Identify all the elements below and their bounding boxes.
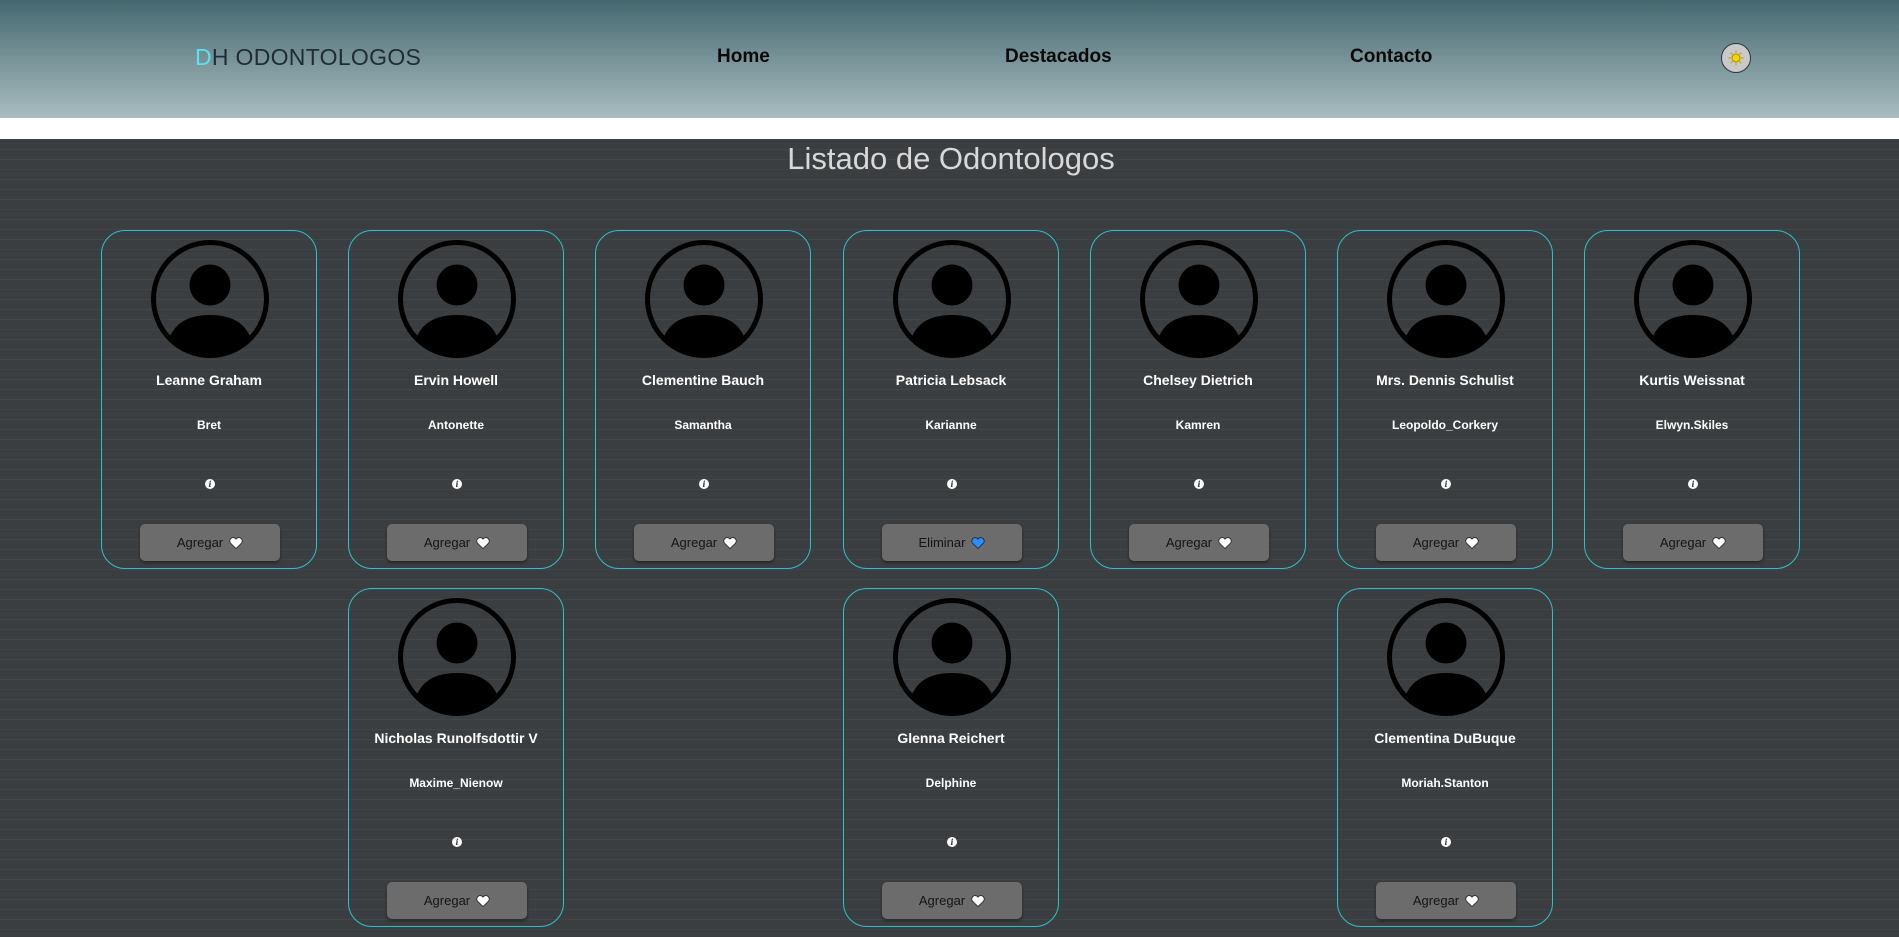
dentist-card[interactable]: Kurtis Weissnat Elwyn.Skiles i Agregar xyxy=(1584,230,1800,569)
add-favorite-button[interactable]: Agregar xyxy=(634,524,774,561)
heart-icon xyxy=(476,894,490,907)
heart-icon xyxy=(476,536,490,549)
dentist-username: Karianne xyxy=(925,418,977,432)
info-icon[interactable]: i xyxy=(1441,837,1451,847)
add-favorite-button[interactable]: Agregar xyxy=(1623,524,1763,561)
fav-button-label: Agregar xyxy=(423,535,471,550)
dentist-name[interactable]: Patricia Lebsack xyxy=(844,372,1058,388)
navbar: DH ODONTOLOGOS Home Destacados Contacto xyxy=(0,0,1899,118)
user-avatar-icon xyxy=(151,240,269,358)
nav-destacados-link[interactable]: Destacados xyxy=(1005,46,1112,68)
dentist-card[interactable]: Clementine Bauch Samantha i Agregar xyxy=(595,230,811,569)
fav-button-label: Agregar xyxy=(918,893,966,908)
user-avatar-icon xyxy=(893,598,1011,716)
heart-icon xyxy=(971,536,986,549)
add-favorite-button[interactable]: Agregar xyxy=(1376,882,1516,919)
dentist-name[interactable]: Clementine Bauch xyxy=(596,372,810,388)
user-avatar-icon xyxy=(398,240,516,358)
info-icon[interactable]: i xyxy=(947,479,957,489)
fav-button-label: Eliminar xyxy=(918,535,966,550)
info-icon[interactable]: i xyxy=(947,837,957,847)
info-icon[interactable]: i xyxy=(1688,479,1698,489)
heart-icon xyxy=(1465,894,1479,907)
dentist-name[interactable]: Chelsey Dietrich xyxy=(1091,372,1305,388)
dentist-card[interactable]: Mrs. Dennis Schulist Leopoldo_Corkeryi Agr… xyxy=(1337,230,1553,569)
dentist-card[interactable]: Glenna Reichert Delphine i Agregar xyxy=(843,588,1059,927)
heart-icon xyxy=(1712,536,1726,549)
info-icon[interactable]: i xyxy=(699,479,709,489)
info-icon[interactable]: i xyxy=(452,479,462,489)
fav-button-label: Agregar xyxy=(1165,535,1213,550)
dentist-name[interactable]: Glenna Reichert xyxy=(844,730,1058,746)
user-avatar-icon xyxy=(1387,240,1505,358)
add-favorite-button[interactable]: Agregar xyxy=(1376,524,1516,561)
user-avatar-icon xyxy=(1387,598,1505,716)
heart-icon xyxy=(723,536,737,549)
fav-button-label: Agregar xyxy=(1659,535,1707,550)
info-icon[interactable]: i xyxy=(205,479,215,489)
fav-button-label: Agregar xyxy=(670,535,718,550)
add-favorite-button[interactable]: Agregar xyxy=(387,524,527,561)
fav-button-label: Agregar xyxy=(1412,893,1460,908)
dentist-username: Elwyn.Skiles xyxy=(1655,418,1729,432)
user-avatar-icon xyxy=(645,240,763,358)
fav-button-label: Agregar xyxy=(423,893,471,908)
dentist-name[interactable]: Mrs. Dennis Schulist xyxy=(1338,372,1552,388)
nav-home-link[interactable]: Home xyxy=(717,46,770,68)
add-favorite-button[interactable]: Agregar xyxy=(882,882,1022,919)
heart-icon xyxy=(1465,536,1479,549)
fav-button-label: Agregar xyxy=(176,535,224,550)
dentist-card[interactable]: Nicholas Runolfsdottir V Maxime_Nienowi Ag… xyxy=(348,588,564,927)
user-avatar-icon xyxy=(893,240,1011,358)
add-favorite-button[interactable]: Agregar xyxy=(1129,524,1269,561)
info-icon[interactable]: i xyxy=(1441,479,1451,489)
site-logo[interactable]: DH ODONTOLOGOS xyxy=(195,44,421,71)
dentist-username: Maxime_Nienow xyxy=(409,776,503,790)
logo-accent-letter: D xyxy=(195,44,212,70)
add-favorite-button[interactable]: Agregar xyxy=(140,524,280,561)
main-content: Listado de Odontologos Leanne Graham Bret… xyxy=(0,139,1899,937)
dentist-name[interactable]: Clementina DuBuque xyxy=(1338,730,1552,746)
dentist-card[interactable]: Ervin Howell Antonette i Agregar xyxy=(348,230,564,569)
remove-favorite-button[interactable]: Eliminar xyxy=(882,524,1022,561)
dentist-username: Bret xyxy=(196,418,221,432)
heart-icon xyxy=(229,536,243,549)
logo-text: H ODONTOLOGOS xyxy=(211,44,422,70)
user-avatar-icon xyxy=(1140,240,1258,358)
heart-icon xyxy=(971,894,985,907)
heart-icon xyxy=(1218,536,1232,549)
dentist-username: Antonette xyxy=(428,418,484,432)
dentist-card[interactable]: Patricia Lebsack Karianne i Eliminar xyxy=(843,230,1059,569)
dentist-name[interactable]: Ervin Howell xyxy=(349,372,563,388)
info-icon[interactable]: i xyxy=(1194,479,1204,489)
dentist-username: Moriah.Stanton xyxy=(1401,776,1489,790)
dentist-card[interactable]: Chelsey Dietrich Kamren i Agregar xyxy=(1090,230,1306,569)
dentist-name[interactable]: Leanne Graham xyxy=(102,372,316,388)
dentist-username: Leopoldo_Corkery xyxy=(1391,418,1499,432)
sun-icon xyxy=(1728,50,1744,66)
theme-toggle-button[interactable] xyxy=(1721,43,1751,73)
page-title: Listado de Odontologos xyxy=(787,141,1115,176)
dentist-username: Samantha xyxy=(674,418,732,432)
dentist-card[interactable]: Leanne Graham Bret i Agregar xyxy=(101,230,317,569)
dentist-username: Kamren xyxy=(1175,418,1221,432)
add-favorite-button[interactable]: Agregar xyxy=(387,882,527,919)
dentist-name[interactable]: Nicholas Runolfsdottir V xyxy=(349,730,563,746)
fav-button-label: Agregar xyxy=(1412,535,1460,550)
dentist-name[interactable]: Kurtis Weissnat xyxy=(1585,372,1799,388)
nav-contacto-link[interactable]: Contacto xyxy=(1350,46,1432,68)
user-avatar-icon xyxy=(398,598,516,716)
dentist-card[interactable]: Clementina DuBuque Moriah.Stanton i Agregar xyxy=(1337,588,1553,927)
info-icon[interactable]: i xyxy=(452,837,462,847)
dentist-username: Delphine xyxy=(925,776,977,790)
user-avatar-icon xyxy=(1634,240,1752,358)
